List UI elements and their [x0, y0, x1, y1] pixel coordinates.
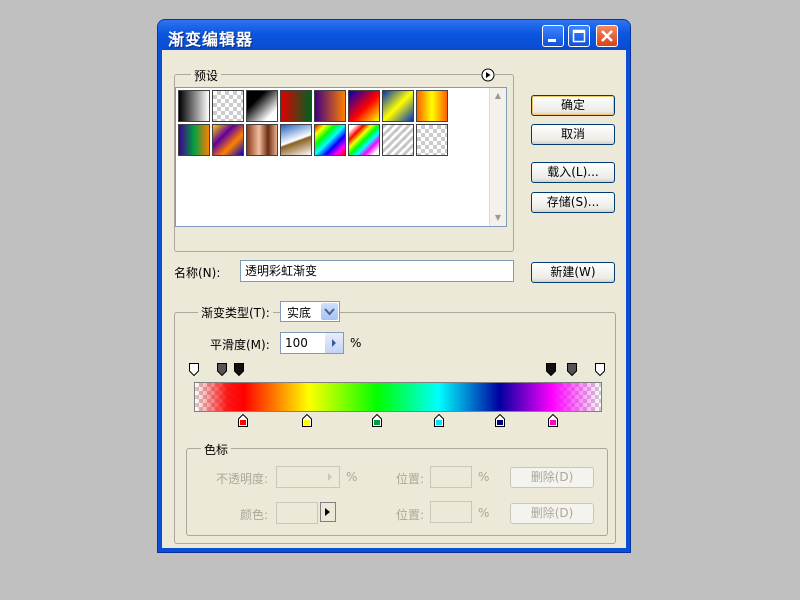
- preset-violet-green-orange[interactable]: [178, 124, 210, 156]
- ok-button[interactable]: 确定: [531, 95, 615, 116]
- preset-neutral-checker[interactable]: [416, 124, 448, 156]
- maximize-button[interactable]: [568, 25, 590, 47]
- color-stops-track[interactable]: [194, 412, 602, 430]
- preset-red-green[interactable]: [280, 90, 312, 122]
- opacity-location-label: 位置:: [396, 472, 425, 486]
- opacity-delete-button[interactable]: 删除(D): [510, 467, 594, 488]
- preset-transparent-rainbow[interactable]: [348, 124, 380, 156]
- title-bar[interactable]: 渐变编辑器: [158, 20, 630, 50]
- preset-yellow-violet-orange-blue[interactable]: [212, 124, 244, 156]
- load-button[interactable]: 载入(L)...: [531, 162, 615, 183]
- color-stop-green-icon[interactable]: [372, 414, 382, 427]
- preset-violet-orange[interactable]: [314, 90, 346, 122]
- color-menu-button[interactable]: [320, 502, 336, 522]
- smoothness-label: 平滑度(M):: [210, 338, 270, 352]
- window-title: 渐变编辑器: [168, 30, 254, 49]
- save-button[interactable]: 存储(S)...: [531, 192, 615, 213]
- opacity-stop-2-icon[interactable]: [234, 363, 244, 376]
- opacity-arrow-icon[interactable]: [323, 467, 337, 487]
- opacity-stops-track[interactable]: [189, 362, 605, 380]
- presets-scrollbar[interactable]: ▲ ▼: [489, 88, 506, 226]
- preset-copper[interactable]: [246, 124, 278, 156]
- presets-menu-icon[interactable]: [481, 68, 495, 82]
- preset-chrome[interactable]: [280, 124, 312, 156]
- opacity-stop-4-icon[interactable]: [567, 363, 577, 376]
- opacity-unit: %: [346, 470, 358, 484]
- name-label: 名称(N):: [174, 266, 221, 280]
- chevron-down-icon[interactable]: [321, 303, 338, 320]
- color-label: 颜色:: [240, 508, 269, 522]
- preset-spectrum[interactable]: [314, 124, 346, 156]
- minimize-icon: [548, 39, 556, 42]
- smoothness-arrow-icon[interactable]: [325, 333, 343, 353]
- color-stop-red-icon[interactable]: [238, 414, 248, 427]
- gradient-preview-bar[interactable]: [194, 382, 602, 412]
- close-button[interactable]: [596, 25, 618, 47]
- presets-label: 预设: [191, 67, 222, 84]
- preset-orange-yellow-orange[interactable]: [416, 90, 448, 122]
- color-delete-button[interactable]: 删除(D): [510, 503, 594, 524]
- smoothness-unit: %: [350, 336, 362, 350]
- opacity-location-input[interactable]: [430, 466, 472, 488]
- opacity-stop-1-icon[interactable]: [217, 363, 227, 376]
- presets-list[interactable]: ▲ ▼: [175, 87, 507, 227]
- opacity-stop-5-icon[interactable]: [595, 363, 605, 376]
- opacity-label: 不透明度:: [216, 472, 269, 486]
- scroll-down-icon[interactable]: ▼: [491, 211, 505, 225]
- gradient-type-label: 渐变类型(T):: [198, 304, 273, 321]
- color-swatch-picker[interactable]: [276, 502, 318, 524]
- cancel-button[interactable]: 取消: [531, 124, 615, 145]
- new-button[interactable]: 新建(W): [531, 262, 615, 283]
- scroll-up-icon[interactable]: ▲: [491, 89, 505, 103]
- preset-transparent[interactable]: [212, 90, 244, 122]
- name-input[interactable]: 透明彩虹渐变: [240, 260, 514, 282]
- gradient-type-select[interactable]: 实底: [280, 301, 340, 322]
- gradient-type-value: 实底: [287, 306, 312, 320]
- color-stop-magenta-icon[interactable]: [548, 414, 558, 427]
- smoothness-input[interactable]: 100: [280, 332, 344, 354]
- opacity-stop-0-icon[interactable]: [189, 363, 199, 376]
- preset-transparent-stripes[interactable]: [382, 124, 414, 156]
- preset-blue-yellow-blue[interactable]: [382, 90, 414, 122]
- opacity-location-unit: %: [478, 470, 490, 484]
- dialog-client: 预设 ▲ ▼ 确定 取消 载入(L)... 存储(S)... 名称(N): 透明…: [162, 50, 626, 548]
- opacity-input[interactable]: [276, 466, 340, 488]
- color-stop-cyan-icon[interactable]: [434, 414, 444, 427]
- preset-black-white-reverse[interactable]: [246, 90, 278, 122]
- preset-blue-red-yellow[interactable]: [348, 90, 380, 122]
- color-location-label: 位置:: [396, 508, 425, 522]
- color-menu-arrow-icon: [325, 508, 330, 516]
- color-location-unit: %: [478, 506, 490, 520]
- color-stop-yellow-icon[interactable]: [302, 414, 312, 427]
- preset-black-white[interactable]: [178, 90, 210, 122]
- presets-group: 预设 ▲ ▼: [174, 67, 514, 252]
- color-stops-label: 色标: [201, 441, 232, 458]
- close-icon: [601, 30, 613, 42]
- maximize-icon: [572, 29, 586, 43]
- smoothness-value: 100: [285, 336, 308, 350]
- gradient-editor-window: 渐变编辑器 预设 ▲ ▼ 确定 取消 载入(L)... 存储(S)... 名称(…: [158, 20, 630, 552]
- minimize-button[interactable]: [542, 25, 564, 47]
- color-stop-navy-icon[interactable]: [495, 414, 505, 427]
- color-location-input[interactable]: [430, 501, 472, 523]
- opacity-stop-3-icon[interactable]: [546, 363, 556, 376]
